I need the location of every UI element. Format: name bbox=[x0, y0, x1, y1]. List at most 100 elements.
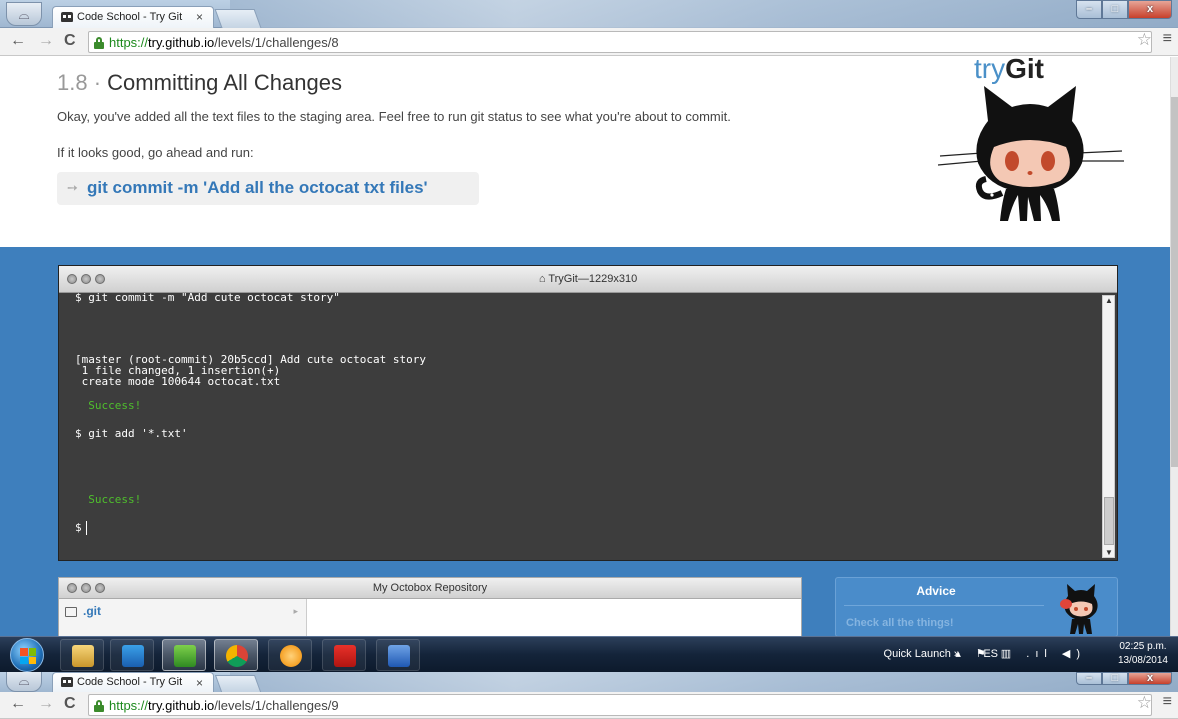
page-scroll-thumb[interactable] bbox=[1171, 97, 1178, 467]
forward-button[interactable]: → bbox=[38, 32, 54, 50]
tabstrip-background bbox=[230, 0, 1178, 28]
reload-button[interactable]: C bbox=[64, 695, 76, 713]
back-button[interactable]: ← bbox=[10, 32, 26, 50]
octocat-phone-icon bbox=[1060, 584, 1098, 634]
forward-button[interactable]: → bbox=[38, 695, 54, 713]
window-controls: – □ x bbox=[1076, 672, 1172, 686]
menu-icon[interactable]: ≡ bbox=[1163, 693, 1172, 711]
minimize-button[interactable]: – bbox=[1076, 672, 1102, 685]
reload-button[interactable]: C bbox=[64, 32, 76, 50]
page-scrollbar[interactable] bbox=[1170, 57, 1178, 636]
new-tab-button[interactable] bbox=[214, 675, 262, 692]
tray-icons[interactable]: ▴ ⚑ ▥ .ıl ◀) bbox=[955, 647, 1086, 660]
challenge-intro: Okay, you've added all the text files to… bbox=[57, 109, 731, 124]
url-text: https://try.github.io/levels/1/challenge… bbox=[109, 698, 339, 713]
minimize-button[interactable]: – bbox=[1076, 0, 1102, 19]
tab-code-school[interactable]: Code School - Try Git × bbox=[52, 6, 214, 29]
octobox-title: My Octobox Repository bbox=[372, 582, 488, 594]
tab-close-icon[interactable]: × bbox=[196, 676, 203, 690]
lock-icon bbox=[94, 37, 104, 49]
advice-heading: Advice bbox=[916, 584, 956, 598]
address-bar[interactable]: https://try.github.io/levels/1/challenge… bbox=[88, 31, 1152, 53]
terminal-success-line: Success! bbox=[75, 399, 142, 412]
start-button[interactable] bbox=[10, 638, 44, 672]
scroll-up-icon[interactable]: ▲ bbox=[1105, 296, 1113, 305]
advice-panel: Advice Check all the things! bbox=[835, 577, 1118, 636]
terminal-cursor bbox=[85, 521, 87, 535]
scroll-down-icon[interactable]: ▼ bbox=[1105, 548, 1113, 557]
terminal-screen[interactable]: $ git commit -m "Add cute octocat story"… bbox=[59, 293, 1117, 560]
page-content: 1.8 · Committing All Changes Okay, you'v… bbox=[0, 57, 1170, 636]
tab-code-school[interactable]: Code School - Try Git × bbox=[52, 672, 214, 692]
menu-icon[interactable]: ≡ bbox=[1163, 30, 1172, 48]
back-button[interactable]: ← bbox=[10, 695, 26, 713]
tab-title: Code School - Try Git bbox=[77, 676, 183, 688]
advice-text: Check all the things! bbox=[846, 617, 954, 629]
terminal-line: $ git add '*.txt' bbox=[75, 427, 188, 440]
octocat-favicon-icon bbox=[61, 677, 73, 687]
new-tab-button[interactable] bbox=[214, 9, 262, 28]
incognito-icon: ⌓ bbox=[6, 2, 42, 26]
suggested-command[interactable]: ➙ git commit -m 'Add all the octocat txt… bbox=[57, 172, 479, 205]
media-player-icon bbox=[122, 645, 144, 667]
terminal-titlebar: ⌂ TryGit—1229x310 bbox=[59, 266, 1117, 293]
taskbar-chrome[interactable] bbox=[214, 639, 258, 671]
quick-launch-label[interactable]: Quick Launch » bbox=[884, 648, 960, 660]
close-window-button[interactable]: x bbox=[1128, 672, 1172, 685]
second-window-toolbar: ← → C https://try.github.io/levels/1/cha… bbox=[0, 692, 1178, 719]
clock-date: 13/08/2014 bbox=[1117, 655, 1168, 666]
pen-icon bbox=[174, 645, 196, 667]
browser-tabstrip: ⌓ Code School - Try Git × – □ x bbox=[0, 0, 1178, 29]
tabstrip-background bbox=[230, 672, 1178, 692]
url-text: https://try.github.io/levels/1/challenge… bbox=[109, 35, 339, 50]
system-tray: Quick Launch » ES ▴ ⚑ ▥ .ıl ◀) 02:25 p.m… bbox=[852, 637, 1172, 673]
taskbar-app-orange[interactable] bbox=[268, 639, 312, 671]
terminal-title: ⌂ TryGit—1229x310 bbox=[538, 273, 638, 285]
window-controls: – □ x bbox=[1076, 0, 1172, 20]
address-bar[interactable]: https://try.github.io/levels/1/challenge… bbox=[88, 694, 1152, 716]
lock-icon bbox=[94, 700, 104, 712]
folder-name: .git bbox=[83, 604, 101, 618]
word-icon bbox=[388, 645, 410, 667]
windows-logo-icon bbox=[20, 648, 36, 664]
close-window-button[interactable]: x bbox=[1128, 0, 1172, 19]
scroll-thumb[interactable] bbox=[1104, 497, 1114, 545]
orange-app-icon bbox=[280, 645, 302, 667]
terminal-scrollbar[interactable]: ▲ ▼ bbox=[1102, 295, 1115, 558]
taskbar-media-player[interactable] bbox=[110, 639, 154, 671]
file-tree: .git ▸ bbox=[59, 599, 307, 636]
octocat-illustration-icon bbox=[937, 86, 1124, 221]
challenge-title: 1.8 · Committing All Changes bbox=[57, 70, 342, 95]
octocat-favicon-icon bbox=[61, 12, 73, 22]
clock-time: 02:25 p.m. bbox=[1119, 641, 1167, 652]
folder-icon bbox=[65, 607, 77, 617]
clock[interactable]: 02:25 p.m. 13/08/2014 bbox=[1118, 640, 1168, 668]
taskbar-explorer[interactable] bbox=[60, 639, 104, 671]
arrow-icon: ➙ bbox=[67, 180, 78, 195]
folder-icon bbox=[72, 645, 94, 667]
chrome-icon bbox=[226, 645, 248, 667]
maximize-button[interactable]: □ bbox=[1102, 0, 1128, 19]
bookmark-star-icon[interactable]: ☆ bbox=[1137, 693, 1152, 713]
browser-toolbar: ← → C https://try.github.io/levels/1/cha… bbox=[0, 28, 1178, 56]
tab-close-icon[interactable]: × bbox=[196, 10, 203, 24]
second-window-tabstrip: ⌓ Code School - Try Git × – □ x bbox=[0, 672, 1178, 692]
command-text[interactable]: git commit -m 'Add all the octocat txt f… bbox=[87, 178, 428, 198]
taskbar-pen-app[interactable] bbox=[162, 639, 206, 671]
maximize-button[interactable]: □ bbox=[1102, 672, 1128, 685]
chevron-right-icon: ▸ bbox=[293, 606, 298, 616]
incognito-icon: ⌓ bbox=[6, 672, 42, 692]
octobox-titlebar: My Octobox Repository bbox=[59, 578, 801, 599]
bookmark-star-icon[interactable]: ☆ bbox=[1137, 30, 1152, 50]
taskbar-word[interactable] bbox=[376, 639, 420, 671]
octobox-repository: My Octobox Repository .git ▸ bbox=[58, 577, 802, 636]
tab-title: Code School - Try Git bbox=[77, 11, 183, 23]
terminal-line: create mode 100644 octocat.txt bbox=[75, 375, 281, 388]
divider bbox=[844, 605, 1044, 606]
home-icon: ⌂ bbox=[538, 273, 549, 285]
taskbar-acrobat[interactable] bbox=[322, 639, 366, 671]
windows-taskbar: Quick Launch » ES ▴ ⚑ ▥ .ıl ◀) 02:25 p.m… bbox=[0, 636, 1178, 672]
terminal-prompt[interactable]: $ bbox=[75, 521, 87, 535]
terminal-window[interactable]: ⌂ TryGit—1229x310 $ git commit -m "Add c… bbox=[58, 265, 1118, 561]
terminal-success-line: Success! bbox=[75, 493, 142, 506]
